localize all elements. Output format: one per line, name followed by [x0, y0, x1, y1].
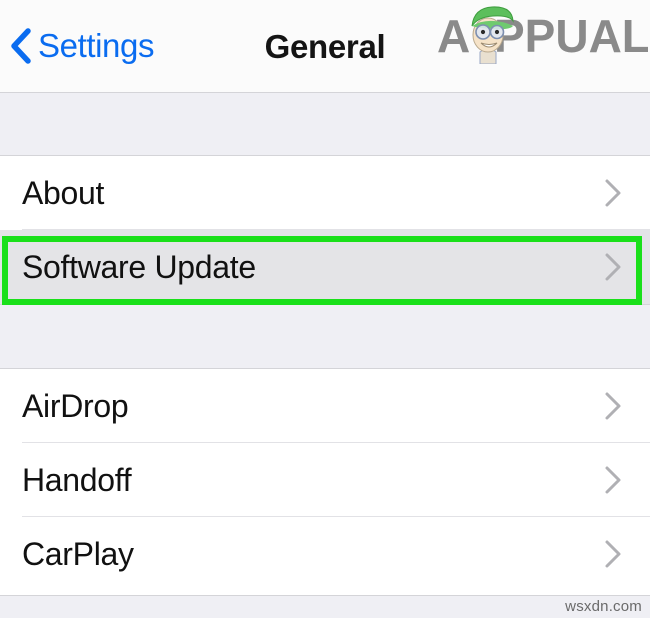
settings-group-2: AirDrop Handoff CarPlay — [0, 368, 650, 596]
list-item-carplay[interactable]: CarPlay — [0, 517, 650, 591]
navigation-bar: Settings General — [0, 0, 650, 93]
list-item-label: Software Update — [22, 249, 256, 285]
list-item-airdrop[interactable]: AirDrop — [0, 369, 650, 443]
chevron-right-icon — [604, 391, 622, 421]
list-item-label: AirDrop — [22, 388, 129, 424]
settings-group-1: About Software Update — [0, 155, 650, 305]
chevron-right-icon — [604, 465, 622, 495]
chevron-right-icon — [604, 178, 622, 208]
list-item-software-update[interactable]: Software Update — [0, 230, 650, 304]
list-item-label: About — [22, 175, 105, 211]
settings-general-screen: Settings General A PPUALS — [0, 0, 650, 618]
list-item-label: CarPlay — [22, 536, 134, 572]
chevron-right-icon — [604, 539, 622, 569]
site-watermark: wsxdn.com — [565, 598, 642, 615]
list-item-handoff[interactable]: Handoff — [0, 443, 650, 517]
page-title: General — [264, 28, 386, 65]
list-item-label: Handoff — [22, 462, 132, 498]
chevron-right-icon — [604, 252, 622, 282]
list-item-about[interactable]: About — [0, 156, 650, 230]
